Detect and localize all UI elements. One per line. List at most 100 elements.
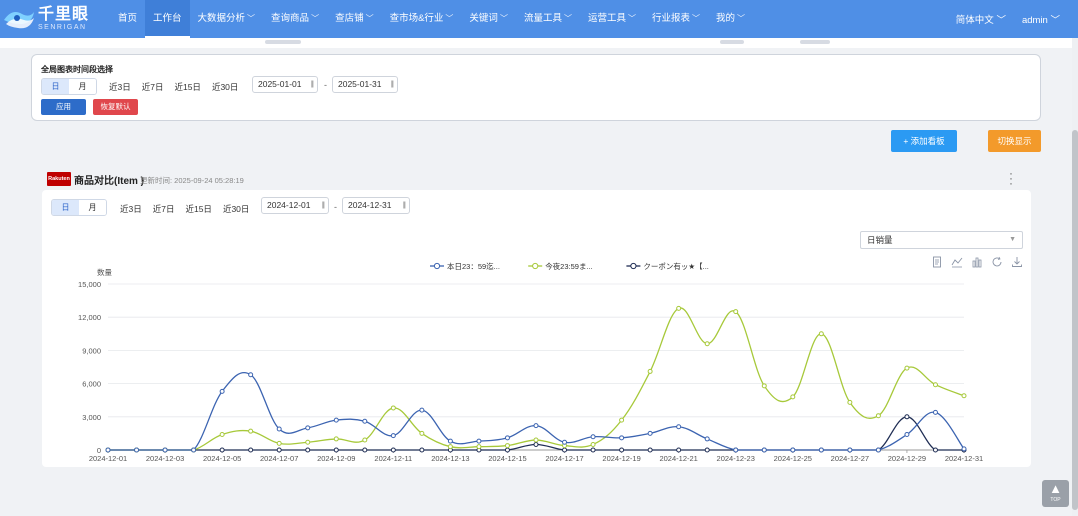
nav-item-label: 查询商品 — [271, 13, 310, 24]
x-tick-label: 2024-12-21 — [659, 454, 697, 463]
data-point — [191, 447, 197, 453]
app-logo[interactable]: 千里眼 SENRIGAN — [2, 4, 90, 34]
data-point — [504, 435, 510, 441]
data-point — [362, 418, 368, 424]
start-date-input[interactable]: 2025-01-01 ||| — [252, 76, 318, 93]
data-point — [105, 447, 111, 453]
data-point — [533, 441, 539, 447]
quick-range-7d[interactable]: 近7日 — [142, 81, 164, 93]
nav-item-label: 流量工具 — [523, 13, 562, 24]
data-point — [276, 440, 282, 446]
start-date-value: 2025-01-01 — [258, 79, 302, 89]
data-point — [476, 444, 482, 450]
chevron-down-icon: ﹀ — [365, 14, 374, 23]
widget-title: 商品对比(Item ) — [74, 176, 144, 187]
data-point — [447, 438, 453, 444]
calendar-icon: ||| — [310, 81, 315, 88]
data-point — [390, 405, 396, 411]
user-name: admin — [1021, 15, 1048, 26]
chart-card: 日 月 近3日 近7日 近15日 近30日 2024-12-01 ||| - 2… — [42, 190, 1031, 467]
data-point — [847, 399, 853, 405]
data-point — [533, 437, 539, 443]
chevron-down-icon: ﹀ — [311, 14, 320, 23]
data-point — [504, 447, 510, 453]
nav-item[interactable]: 大数据分析 ﹀ — [190, 0, 264, 38]
data-point — [248, 428, 254, 434]
data-point — [590, 434, 596, 440]
x-tick-label: 2024-12-29 — [888, 454, 926, 463]
quick-range-30d[interactable]: 近30日 — [212, 81, 238, 93]
calendar-icon: ||| — [390, 81, 395, 88]
nav-item[interactable]: 查店铺 ﹀ — [327, 0, 382, 38]
arrow-up-icon: ▲ — [1049, 481, 1062, 496]
back-to-top-button[interactable]: ▲ TOP — [1042, 480, 1069, 507]
data-point — [419, 430, 425, 436]
add-board-button[interactable]: + 添加看板 — [891, 130, 957, 152]
nav-item[interactable]: 工作台 — [145, 0, 190, 38]
nav-item[interactable]: 查市场&行业 ﹀ — [382, 0, 462, 38]
x-tick-label: 2024-12-09 — [317, 454, 355, 463]
data-point — [305, 425, 311, 431]
nav-item[interactable]: 运营工具 ﹀ — [580, 0, 644, 38]
x-tick-label: 2024-12-23 — [717, 454, 755, 463]
data-point — [875, 413, 881, 419]
nav-item[interactable]: 首页 — [110, 0, 145, 38]
data-point — [162, 447, 168, 453]
data-point — [362, 437, 368, 443]
nav-item-label: 查店铺 — [335, 13, 364, 24]
data-point — [676, 305, 682, 311]
granularity-month-button[interactable]: 月 — [69, 79, 96, 94]
nav-item[interactable]: 行业报表 ﹀ — [644, 0, 708, 38]
data-point — [961, 393, 967, 399]
reset-default-button[interactable]: 恢复默认 — [93, 99, 138, 115]
data-point — [447, 444, 453, 450]
page-scrollbar-thumb[interactable] — [1072, 130, 1078, 510]
data-point — [219, 388, 225, 394]
data-point — [390, 447, 396, 453]
granularity-day-button[interactable]: 日 — [42, 79, 69, 94]
strip-decoration — [720, 40, 744, 44]
y-tick-label: 9,000 — [82, 346, 101, 355]
nav-item-label: 大数据分析 — [197, 13, 246, 24]
x-tick-label: 2024-12-05 — [203, 454, 241, 463]
series-line — [108, 307, 965, 451]
nav-item[interactable]: 我的 ﹀ — [708, 0, 753, 38]
data-point — [818, 331, 824, 337]
x-tick-label: 2024-12-15 — [488, 454, 526, 463]
to-top-label: TOP — [1050, 497, 1061, 503]
apply-button[interactable]: 应用 — [41, 99, 86, 115]
nav-item[interactable]: 查询商品 ﹀ — [263, 0, 327, 38]
data-point — [333, 417, 339, 423]
y-axis-title: 数量 — [97, 267, 112, 277]
data-point — [305, 447, 311, 453]
chevron-down-icon: ﹀ — [1050, 15, 1060, 26]
y-tick-label: 12,000 — [78, 313, 101, 322]
strip-decoration — [800, 40, 830, 44]
more-menu-icon[interactable]: · · · — [1008, 167, 1014, 189]
switch-view-button[interactable]: 切换显示 — [988, 130, 1041, 152]
language-switcher[interactable]: 简体中文 ﹀ — [956, 12, 1006, 26]
legend-label: 今夜23:59ま... — [545, 261, 593, 271]
x-tick-label: 2024-12-17 — [545, 454, 583, 463]
chevron-down-icon: ﹀ — [499, 14, 508, 23]
quick-range-15d[interactable]: 近15日 — [174, 81, 200, 93]
nav-item[interactable]: 流量工具 ﹀ — [516, 0, 580, 38]
data-point — [647, 447, 653, 453]
end-date-input[interactable]: 2025-01-31 ||| — [332, 76, 398, 93]
quick-range-3d[interactable]: 近3日 — [109, 81, 131, 93]
nav-item[interactable]: 关键词 ﹀ — [461, 0, 516, 38]
chevron-down-icon: ﹀ — [247, 14, 256, 23]
chevron-down-icon: ﹀ — [691, 14, 700, 23]
data-point — [932, 409, 938, 415]
data-point — [219, 447, 225, 453]
data-point — [647, 368, 653, 374]
data-point — [904, 365, 910, 371]
data-point — [419, 447, 425, 453]
user-menu[interactable]: admin ﹀ — [1022, 12, 1060, 26]
x-tick-label: 2024-12-01 — [89, 454, 127, 463]
chevron-down-icon: ﹀ — [445, 14, 454, 23]
data-point — [476, 438, 482, 444]
language-label: 简体中文 — [955, 15, 994, 26]
data-point — [276, 426, 282, 432]
data-point — [134, 447, 140, 453]
